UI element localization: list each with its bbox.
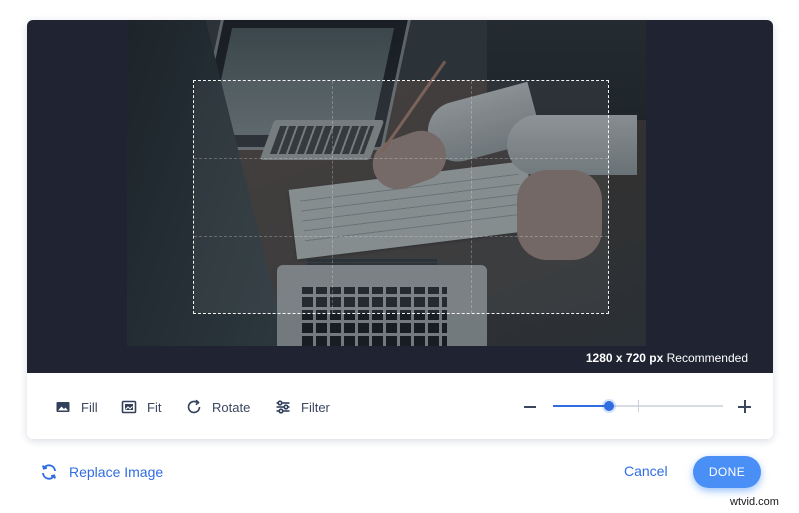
zoom-slider[interactable] [553,397,723,415]
fill-label: Fill [81,399,98,415]
crop-gridline-h2 [194,236,608,237]
image-canvas: 1280 x 720 px Recommended [27,20,773,373]
crop-gridline-v2 [471,81,472,313]
recommended-size: 1280 x 720 px [585,351,664,365]
refresh-icon [42,464,56,480]
zoom-slider-fill [553,405,610,407]
zoom-slider-midpoint [638,400,639,412]
zoom-slider-thumb[interactable] [604,401,615,411]
recommended-size-note: 1280 x 720 px Recommended [586,351,748,365]
image-editor-dialog: 1280 x 720 px Recommended Fill Fit Rotat… [0,0,799,513]
watermark-text: wtvid.com [730,496,779,508]
replace-image-label: Replace Image [69,464,164,480]
rotate-button[interactable]: Rotate [186,398,250,416]
rotate-icon [187,399,201,414]
done-button[interactable]: DONE [693,456,761,488]
rotate-label: Rotate [212,399,251,415]
fit-button[interactable]: Fit [121,398,161,416]
crop-gridline-v1 [332,81,333,313]
recommended-label: Recommended [666,351,748,365]
cancel-button[interactable]: Cancel [624,463,668,479]
replace-image-button[interactable]: Replace Image [40,462,163,482]
image-icon [56,402,70,412]
image-editor-card: 1280 x 720 px Recommended Fill Fit Rotat… [27,20,773,439]
fit-label: Fit [147,399,162,415]
filter-label: Filter [301,399,330,415]
crop-highlight [194,81,608,313]
filter-button[interactable]: Filter [275,398,330,416]
crop-selection[interactable] [193,80,609,314]
editor-toolbar: Fill Fit Rotate Filter [27,373,773,439]
image-frame-icon [121,400,137,414]
zoom-out-minus-icon[interactable] [522,397,538,415]
crop-gridline-h1 [194,158,608,159]
fill-button[interactable]: Fill [55,398,98,416]
zoom-in-plus-icon[interactable] [737,397,753,415]
sliders-icon [276,400,290,414]
